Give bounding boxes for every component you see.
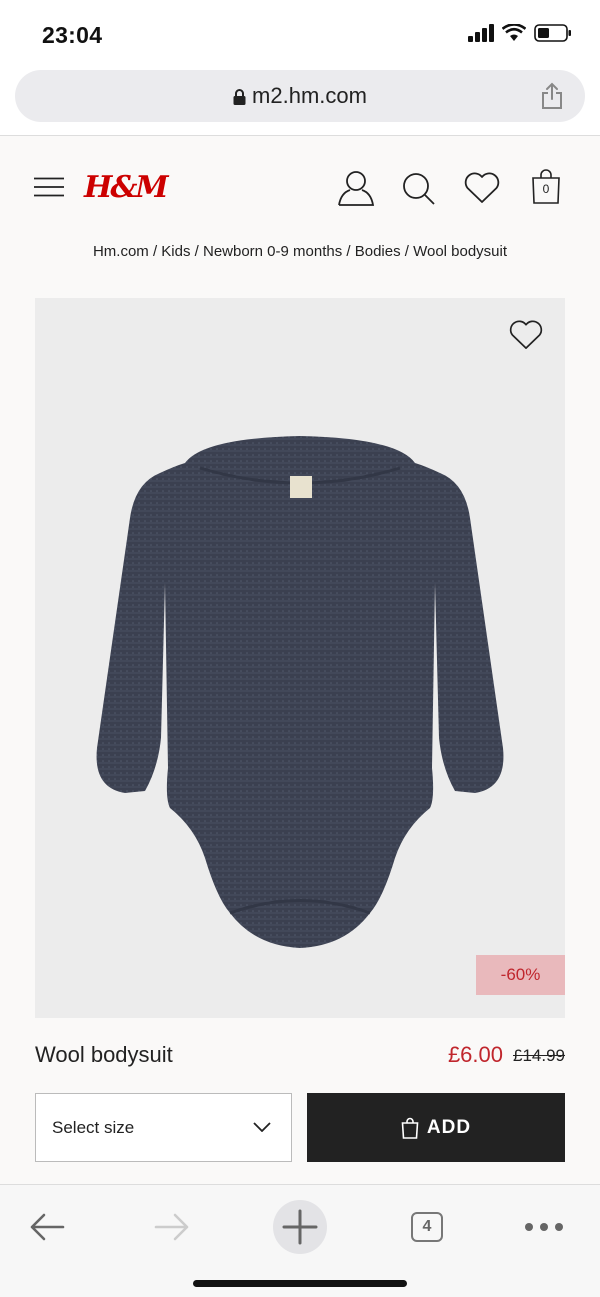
shopping-bag-icon[interactable]: 0 — [531, 168, 561, 204]
browser-address-area: m2.hm.com — [0, 62, 600, 136]
favourite-product-icon[interactable] — [509, 320, 543, 350]
arrow-right-icon — [154, 1213, 189, 1241]
product-name: Wool bodysuit — [35, 1042, 173, 1067]
size-select-label: Select size — [52, 1118, 135, 1137]
hm-logo[interactable]: H&M — [84, 170, 169, 205]
search-icon[interactable] — [402, 172, 436, 206]
tabs-button[interactable]: 4 — [397, 1197, 457, 1257]
bodysuit-image — [96, 436, 504, 948]
bag-count: 0 — [542, 182, 550, 196]
url-text: m2.hm.com — [252, 83, 367, 108]
site-header: H&M 0 — [0, 137, 600, 235]
sale-price: £6.00 — [447, 1042, 503, 1067]
more-button[interactable] — [514, 1197, 574, 1257]
battery-icon — [534, 24, 571, 42]
plus-icon — [273, 1200, 327, 1254]
add-button-label: ADD — [426, 1116, 472, 1138]
discount-badge: -60% — [476, 955, 565, 995]
breadcrumb[interactable]: Hm.com / Kids / Newborn 0-9 months / Bod… — [0, 243, 600, 260]
status-time: 23:04 — [42, 22, 103, 48]
back-button[interactable] — [17, 1197, 77, 1257]
new-tab-button[interactable] — [270, 1197, 330, 1257]
more-icon — [525, 1223, 563, 1231]
status-bar: 23:04 — [0, 0, 600, 62]
wifi-icon — [502, 24, 526, 41]
favourites-icon[interactable] — [464, 172, 500, 204]
forward-button[interactable] — [142, 1197, 202, 1257]
signal-icon — [468, 24, 494, 42]
account-icon[interactable] — [337, 169, 375, 207]
add-to-bag-button[interactable]: ADD — [307, 1093, 565, 1162]
url-display[interactable]: m2.hm.com — [15, 83, 585, 109]
lock-icon — [233, 89, 246, 106]
product-bar: Wool bodysuit £6.00 £14.99 Select size A… — [0, 1018, 600, 1184]
url-bar[interactable]: m2.hm.com — [15, 70, 585, 122]
original-price: £14.99 — [513, 1046, 565, 1065]
menu-icon[interactable] — [34, 177, 64, 197]
home-indicator — [193, 1280, 407, 1287]
product-image[interactable]: -60% — [35, 298, 565, 1018]
chevron-down-icon — [253, 1122, 271, 1132]
arrow-left-icon — [30, 1213, 65, 1241]
share-icon[interactable] — [541, 82, 563, 110]
size-select[interactable]: Select size — [35, 1093, 292, 1162]
tab-count: 4 — [411, 1212, 443, 1242]
status-icons — [468, 24, 572, 42]
bag-icon — [401, 1117, 419, 1139]
